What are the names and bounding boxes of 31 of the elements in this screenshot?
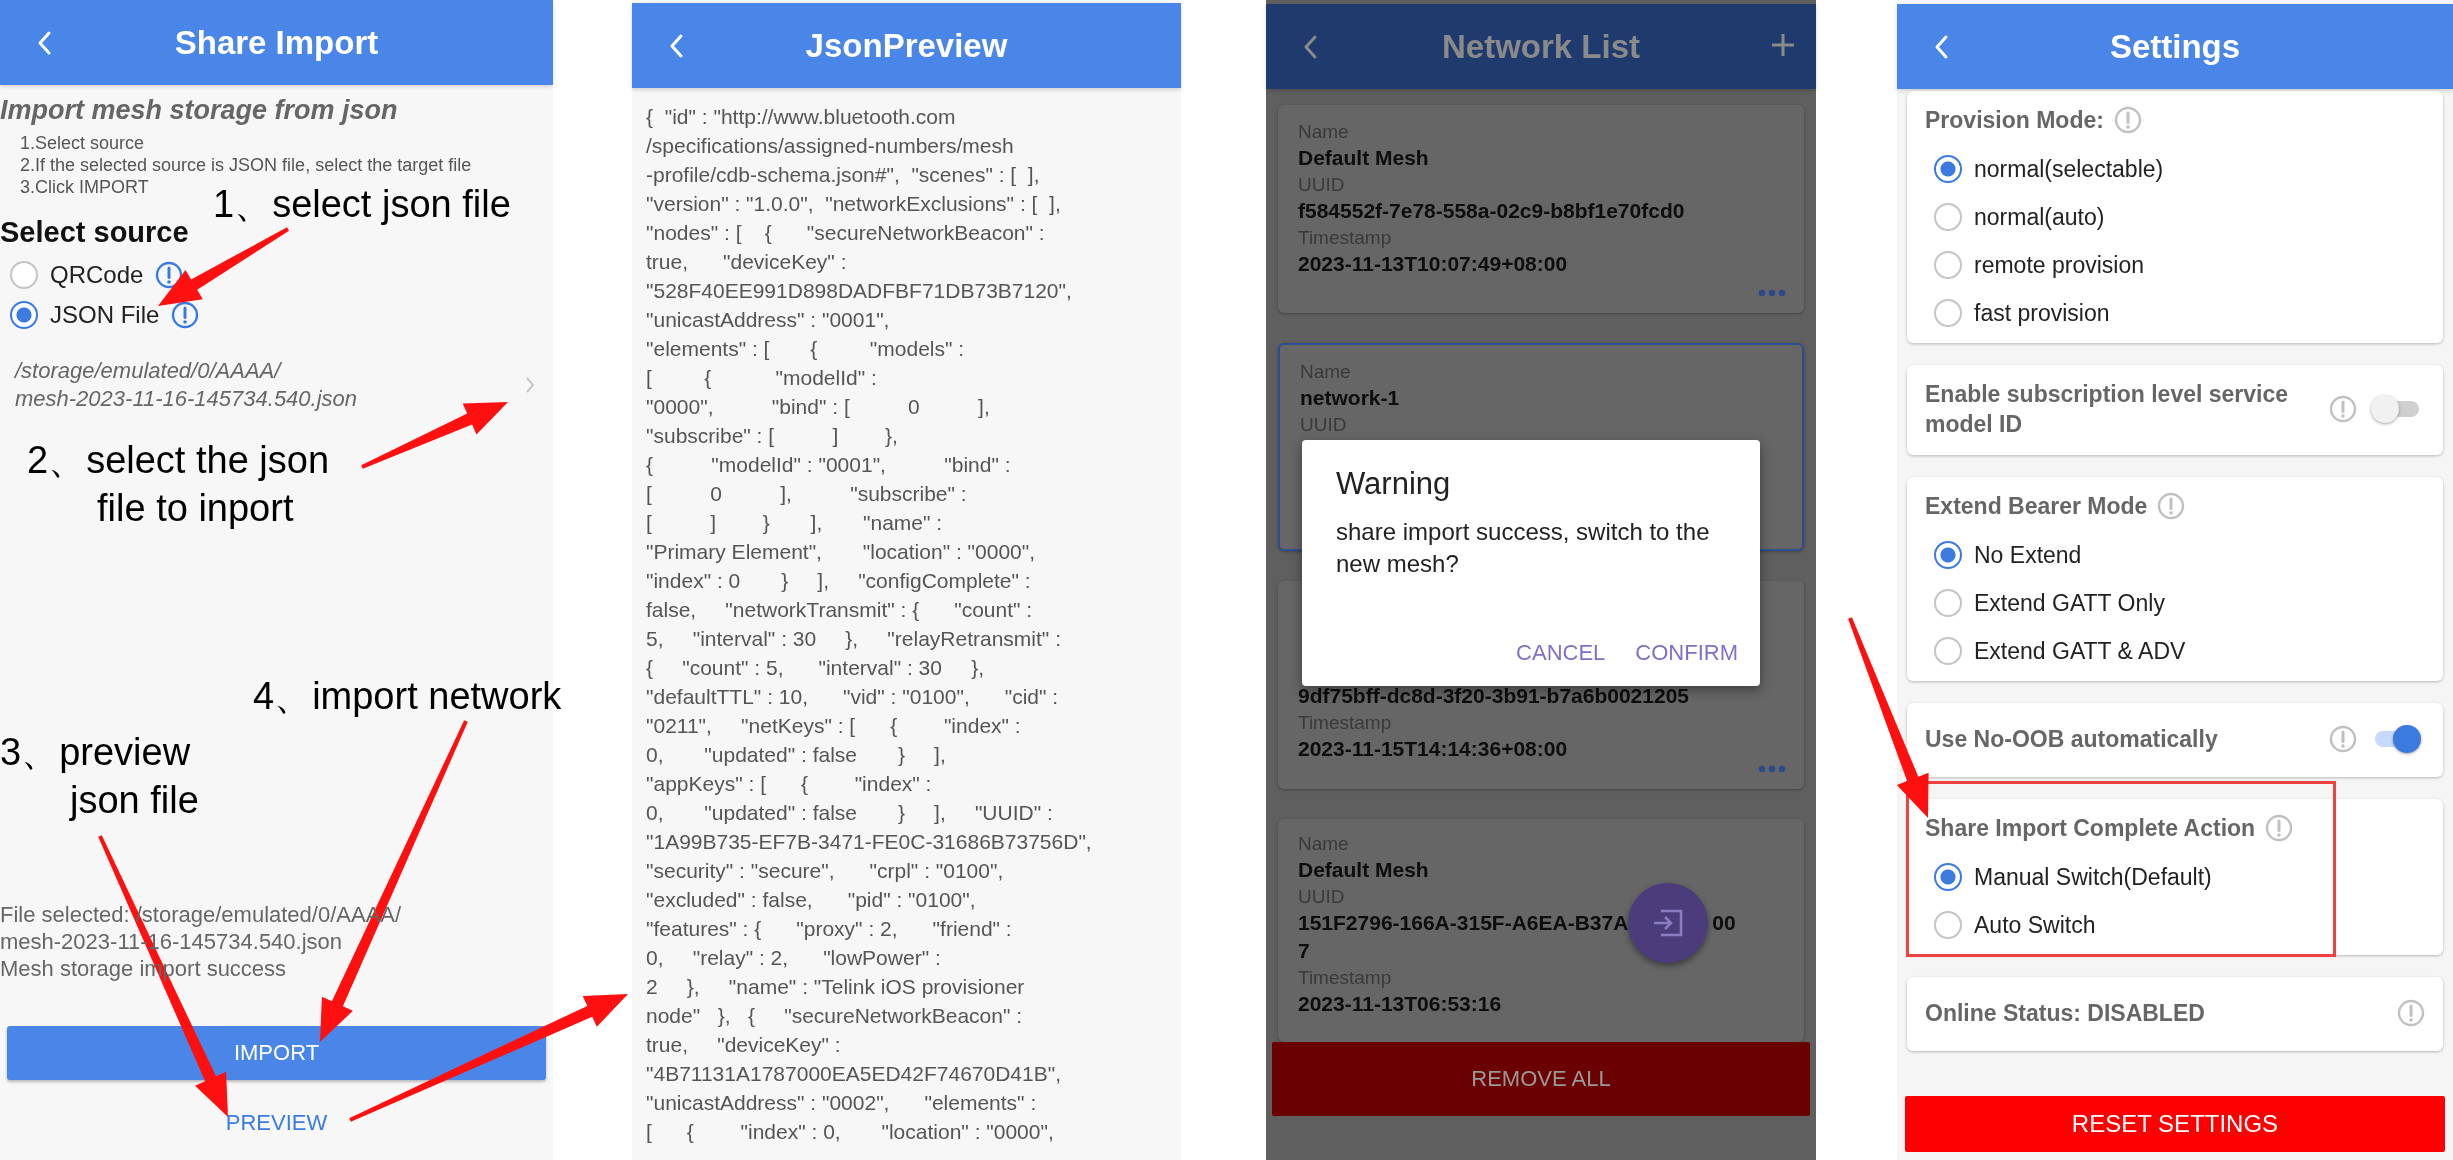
dialog-message: share import success, switch to the new mesh? [1336,517,1711,579]
screen-title: Share Import [174,23,379,62]
instruction-step: 2.If the selected source is JSON file, select the target file [20,154,553,176]
field-value: network-1 [1300,385,1400,411]
annotation-text: 3、preview json file [0,730,200,823]
section-title: Provision Mode: [1925,106,2104,135]
annotation-text: 2、select the json file to inport [27,438,330,531]
dialog-title: Warning [1336,466,1452,502]
field-value: f584552f-7e78-558a-02c9-b8bf1e70fcd0 [1298,198,1685,224]
field-value: 9df75bff-dc8d-3f20-3b91-b7a6b0021205 [1298,683,1689,709]
setting-label: Use No-OOB automatically [1925,725,2219,754]
field-value: 2023-11-13T06:53:16 [1298,991,1502,1017]
field-value: 2023-11-13T10:07:49+08:00 [1298,251,1568,277]
field-value: 00 [1712,910,1736,936]
field-value: Default Mesh [1298,145,1429,171]
section-title: Select source [0,216,189,249]
instruction-step: 1.Select source [20,132,553,154]
field-value: 7 [1298,938,1310,964]
section-title: Share Import Complete Action [1925,814,2256,843]
field-value: 2023-11-15T14:14:36+08:00 [1298,736,1568,762]
json-text: { "id" : "http://www.bluetooth.com /specifications/assigned-numbers/mesh -profile/cdb-schema.json#", "scenes" : [ ], "version" : "1.0.0", "networkExclusions" : [ ], "nodes" : [ { "secureNetworkBeacon" : true, "deviceKey" : "528F40EE991D898DADFBF71DB73B7120", "unicastAddress" : "0001", "elements" : [ { "models" : [ { "modelId" : "0000", "bind" : [ 0 ], "subscribe" : [ ] }, { "modelId" : "0001", "bind" : [ 0 ], "subscribe" : [ ] } ], "name" : "Primary Element", "location" : "0000", "index" : 0 } ], "configComplete" : false, "networkTransmit" : { "count" : 5, "interval" : 30 }, "relayRetransmit" : { "count" : 5, "interval" : 30 }, "defaultTTL" : 10, "vid" : "0100", "cid" : "0211", "netKeys" : [ { "index" : 0, "updated" : false } ], "appKeys" : [ { "index" : 0, "updated" : false } ], "UUID" : "1A99B735-EF7B-3471-FE0C-31686B73756D", "security" : "secure", "crpl" : "0100", "excluded" : false, "pid" : "0100", "features" : { "proxy" : 2, "friend" : 0, "relay" : 2, "lowPower" : 2 }, "name" : "Telink iOS provisioner node" }, { "secureNetworkBeacon" : true, "deviceKey" : "4B71131A1787000EA5ED42F74670D41B", "unicastAddress" : "0002", "elements" : [ { "index" : 0, "location" : "0000", [646,104,1093,1145]
setting-label: Enable subscription level service model ID [1925,380,2290,439]
field-value: 151F2796-166A-315F-A6EA-B37A [1298,910,1629,936]
section-heading: Import mesh storage from json [0,95,399,126]
screen-title: Network List [1441,27,1640,66]
annotation-text: 4、import network [253,674,562,719]
screen-title: JsonPreview [805,26,1008,65]
field-value: Default Mesh [1298,857,1429,883]
screen-title: Settings [2109,27,2241,66]
section-title: Extend Bearer Mode [1925,492,2148,521]
setting-label: Online Status: DISABLED [1925,999,2206,1028]
